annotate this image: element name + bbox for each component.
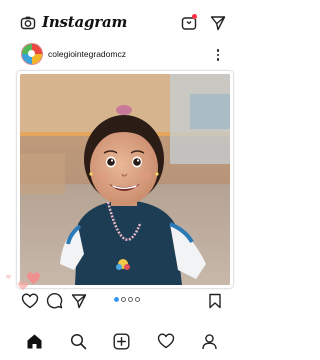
search-icon[interactable] [70, 333, 87, 350]
post-image-frame [17, 71, 233, 288]
top-bar: Instagram [0, 0, 250, 40]
carousel-dot[interactable] [135, 297, 140, 302]
carousel-dot-active[interactable] [114, 297, 119, 302]
post-header: colegiointegradomcz [0, 40, 250, 68]
avatar[interactable] [21, 43, 43, 65]
post-username[interactable]: colegiointegradomcz [48, 49, 126, 59]
carousel-dot[interactable] [128, 297, 133, 302]
heart-icon[interactable] [21, 293, 39, 309]
app-brand-logo[interactable]: Instagram [42, 13, 127, 31]
bottom-navigation [0, 326, 250, 360]
profile-icon[interactable] [201, 333, 218, 350]
direct-message-icon[interactable] [210, 15, 226, 31]
home-icon[interactable] [26, 333, 43, 350]
comment-icon[interactable] [46, 293, 63, 309]
add-post-icon[interactable] [113, 333, 130, 350]
camera-icon[interactable] [20, 15, 36, 31]
carousel-dot[interactable] [121, 297, 126, 302]
notification-dot [192, 14, 197, 19]
bookmark-icon[interactable] [208, 293, 222, 309]
share-icon[interactable] [71, 293, 87, 309]
post-photo[interactable] [20, 74, 230, 285]
more-options-icon[interactable] [214, 48, 222, 62]
activity-heart-icon[interactable] [157, 333, 175, 349]
